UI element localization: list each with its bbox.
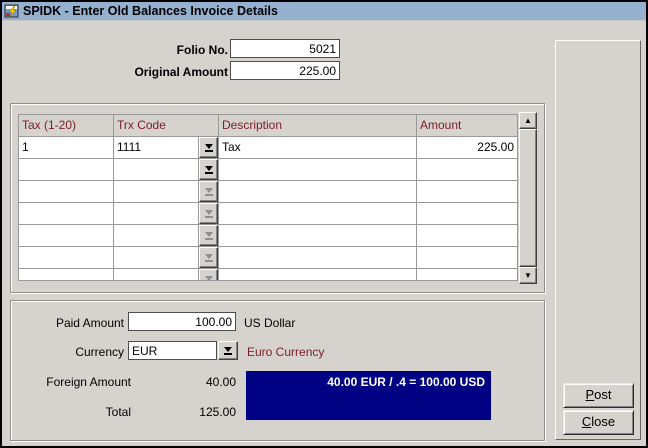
- table-cell-description[interactable]: [219, 247, 417, 269]
- table-cell-trx-code[interactable]: [114, 203, 199, 225]
- currency-input[interactable]: [128, 341, 217, 360]
- currency-description-text: Euro Currency: [247, 345, 324, 359]
- table-cell-amount[interactable]: 225.00: [417, 137, 517, 159]
- table-cell-trx-code[interactable]: [114, 159, 199, 181]
- total-value: 125.00: [131, 405, 236, 419]
- table-cell-description[interactable]: [219, 225, 417, 247]
- window-title: SPIDK - Enter Old Balances Invoice Detai…: [23, 4, 278, 18]
- table-cell-description[interactable]: Tax: [219, 137, 417, 159]
- table-cell-tax[interactable]: [19, 225, 114, 247]
- table-cell-description[interactable]: [219, 269, 417, 281]
- trx-code-lov-button: [199, 269, 218, 281]
- lov-dropdown-icon: [205, 276, 213, 282]
- table-cell-trx-code[interactable]: [114, 269, 199, 281]
- table-cell-amount[interactable]: [417, 159, 517, 181]
- trx-code-lov-button: [199, 247, 218, 268]
- table-cell-tax[interactable]: 1: [19, 137, 114, 159]
- table-cell-description[interactable]: [219, 181, 417, 203]
- table-cell-trx-code[interactable]: 1111: [114, 137, 199, 159]
- table-cell-description[interactable]: [219, 203, 417, 225]
- lov-dropdown-icon: [205, 188, 213, 196]
- folio-label: Folio No.: [2, 43, 228, 57]
- table-cell-amount[interactable]: [417, 225, 517, 247]
- col-header-description: Description: [219, 115, 417, 137]
- trx-code-lov-button: [199, 203, 218, 224]
- trx-code-lov-button: [199, 181, 218, 202]
- app-icon: [4, 3, 20, 19]
- trx-code-lov-button[interactable]: [199, 159, 218, 180]
- paid-amount-label: Paid Amount: [11, 316, 124, 330]
- title-bar[interactable]: SPIDK - Enter Old Balances Invoice Detai…: [2, 2, 646, 21]
- trx-code-lov-button: [199, 225, 218, 246]
- currency-lov-button[interactable]: [218, 341, 238, 360]
- col-header-tax: Tax (1-20): [19, 115, 114, 137]
- scrollbar-thumb[interactable]: [519, 129, 537, 267]
- table-cell-tax[interactable]: [19, 269, 114, 281]
- lov-dropdown-icon: [205, 166, 213, 174]
- table-cell-tax[interactable]: [19, 203, 114, 225]
- button-side-panel: Post Close: [555, 40, 641, 440]
- foreign-amount-value: 40.00: [131, 375, 236, 389]
- payment-groupbox: Paid Amount US Dollar Currency Euro Curr…: [10, 300, 545, 441]
- original-amount-input[interactable]: [230, 61, 340, 80]
- table-cell-amount[interactable]: [417, 181, 517, 203]
- scroll-up-icon: ▲: [524, 116, 532, 125]
- lov-dropdown-icon: [205, 144, 213, 152]
- col-header-trx-code: Trx Code: [114, 115, 219, 137]
- conversion-banner: 40.00 EUR / .4 = 100.00 USD: [246, 371, 491, 420]
- conversion-text: 40.00 EUR / .4 = 100.00 USD: [327, 375, 485, 389]
- table-cell-amount[interactable]: [417, 203, 517, 225]
- table-cell-amount[interactable]: [417, 247, 517, 269]
- lov-dropdown-icon: [205, 210, 213, 218]
- scroll-down-icon: ▼: [524, 271, 532, 280]
- lov-dropdown-icon: [224, 347, 232, 355]
- post-button[interactable]: Post: [563, 383, 634, 408]
- table-cell-description[interactable]: [219, 159, 417, 181]
- original-amount-label: Original Amount: [2, 65, 228, 79]
- lov-dropdown-icon: [205, 254, 213, 262]
- table-cell-amount[interactable]: [417, 269, 517, 281]
- table-cell-tax[interactable]: [19, 159, 114, 181]
- paid-amount-input[interactable]: [128, 312, 236, 331]
- trx-code-lov-button[interactable]: [199, 137, 218, 158]
- table-cell-trx-code[interactable]: [114, 247, 199, 269]
- col-header-amount: Amount: [417, 115, 517, 137]
- scroll-down-button[interactable]: ▼: [519, 267, 537, 284]
- tax-table: Tax (1-20) Trx Code Description Amount 1…: [18, 114, 518, 281]
- table-cell-trx-code[interactable]: [114, 181, 199, 203]
- foreign-amount-label: Foreign Amount: [11, 375, 131, 389]
- currency-label: Currency: [11, 345, 124, 359]
- dialog-window: SPIDK - Enter Old Balances Invoice Detai…: [0, 0, 648, 448]
- tax-table-groupbox: Tax (1-20) Trx Code Description Amount 1…: [10, 103, 545, 293]
- folio-input[interactable]: [230, 39, 340, 58]
- table-cell-tax[interactable]: [19, 247, 114, 269]
- table-scrollbar[interactable]: ▲ ▼: [519, 112, 537, 284]
- paid-currency-text: US Dollar: [244, 316, 295, 330]
- total-label: Total: [11, 405, 131, 419]
- lov-dropdown-icon: [205, 232, 213, 240]
- close-button[interactable]: Close: [563, 410, 634, 435]
- scroll-up-button[interactable]: ▲: [519, 112, 537, 129]
- table-cell-trx-code[interactable]: [114, 225, 199, 247]
- table-cell-tax[interactable]: [19, 181, 114, 203]
